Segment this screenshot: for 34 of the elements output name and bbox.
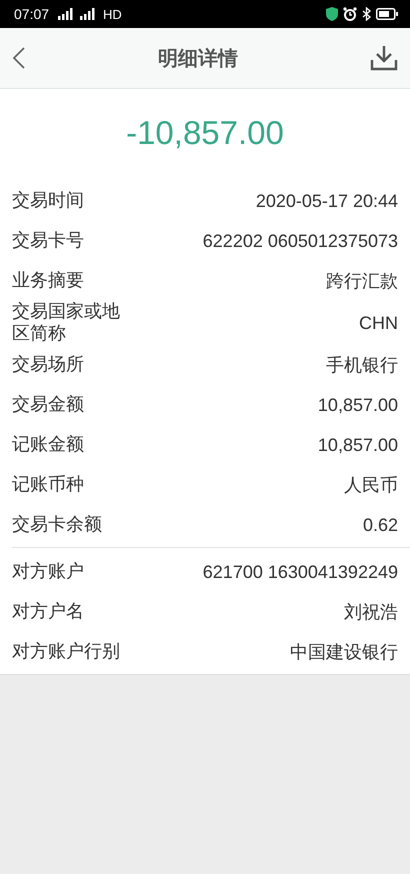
field-value: 10,857.00 bbox=[318, 394, 398, 416]
field-value: 622202 0605012375073 bbox=[202, 230, 398, 252]
download-icon bbox=[370, 45, 398, 71]
field-label: 交易时间 bbox=[12, 190, 84, 212]
status-time: 07:07 bbox=[14, 6, 50, 22]
field-value: 0.62 bbox=[362, 514, 398, 536]
field-label: 记账币种 bbox=[12, 474, 84, 496]
network-label: HD bbox=[103, 6, 122, 22]
page-title: 明细详情 bbox=[158, 44, 238, 72]
field-label: 交易场所 bbox=[12, 354, 84, 376]
field-value: 中国建设银行 bbox=[290, 641, 398, 664]
field-value: 10,857.00 bbox=[318, 434, 398, 456]
field-value: 刘祝浩 bbox=[344, 601, 398, 624]
amount-text: -10,857.00 bbox=[126, 114, 284, 152]
field-value: 2020-05-17 20:44 bbox=[256, 190, 398, 212]
field-label: 对方账户 bbox=[12, 561, 84, 583]
back-icon bbox=[12, 46, 26, 70]
field-label: 交易国家或地区简称 bbox=[12, 301, 121, 345]
field-label: 记账金额 bbox=[12, 434, 84, 456]
bluetooth-icon bbox=[362, 7, 371, 21]
field-value: CHN bbox=[359, 312, 398, 334]
field-value: 621700 1630041392249 bbox=[202, 562, 398, 582]
field-label: 交易卡号 bbox=[12, 230, 84, 252]
field-value: 手机银行 bbox=[326, 354, 398, 377]
shield-icon bbox=[326, 7, 338, 21]
field-label: 交易金额 bbox=[12, 394, 84, 416]
field-label: 对方户名 bbox=[12, 601, 84, 623]
field-label: 对方账户行别 bbox=[12, 641, 120, 663]
field-label: 业务摘要 bbox=[12, 270, 84, 292]
alarm-icon bbox=[343, 7, 357, 21]
field-label: 交易卡余额 bbox=[12, 514, 102, 536]
battery-icon bbox=[376, 8, 398, 20]
field-value: 跨行汇款 bbox=[326, 270, 398, 293]
field-value: 人民币 bbox=[344, 474, 398, 497]
